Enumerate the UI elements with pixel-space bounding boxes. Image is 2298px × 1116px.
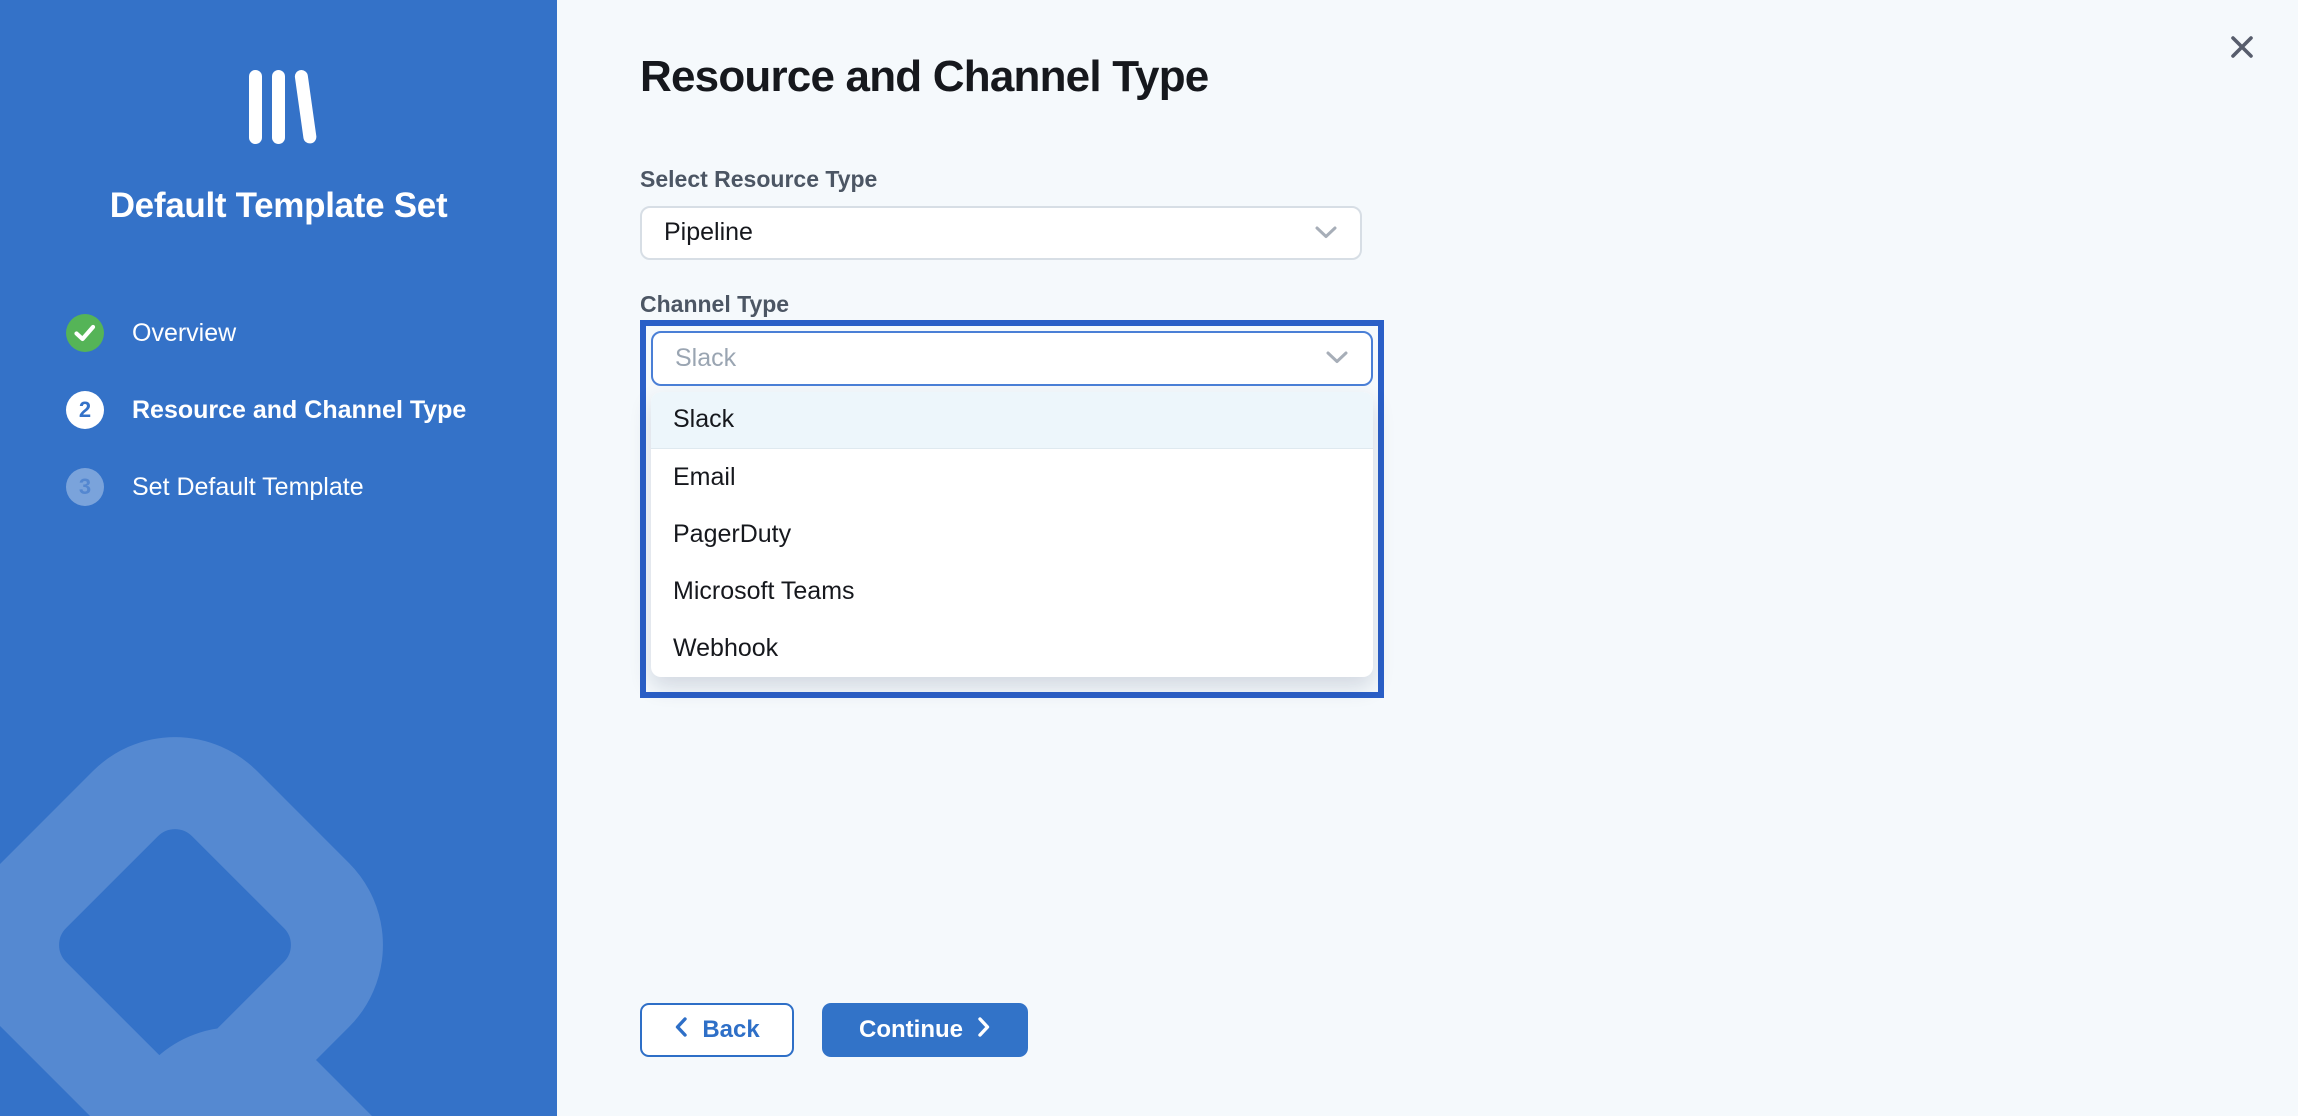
wizard-content: Resource and Channel Type Select Resourc… <box>557 0 2298 1116</box>
chevron-right-icon <box>977 1016 991 1045</box>
continue-button[interactable]: Continue <box>822 1003 1028 1057</box>
logo-bar <box>272 70 285 144</box>
step-resource-and-channel-type[interactable]: 2 Resource and Channel Type <box>0 391 557 429</box>
option-slack[interactable]: Slack <box>651 392 1373 449</box>
channel-type-focus-ring: Slack Slack Email PagerDuty Microsoft Te… <box>640 320 1384 698</box>
resource-type-select[interactable]: Pipeline <box>640 206 1362 260</box>
channel-type-label: Channel Type <box>640 291 2298 318</box>
option-microsoft-teams[interactable]: Microsoft Teams <box>651 563 1373 620</box>
back-button-label: Back <box>702 1016 759 1044</box>
logo-bar-tilted <box>294 69 317 144</box>
step-set-default-template[interactable]: 3 Set Default Template <box>0 468 557 506</box>
chevron-down-icon <box>1325 344 1349 373</box>
check-icon <box>66 314 104 352</box>
logo-bar <box>249 70 262 144</box>
channel-type-select[interactable]: Slack <box>651 331 1373 386</box>
x-icon <box>2229 34 2255 63</box>
resource-type-label: Select Resource Type <box>640 166 2298 193</box>
channel-type-placeholder: Slack <box>675 344 736 373</box>
step-overview[interactable]: Overview <box>0 314 557 352</box>
bookshelf-logo-icon <box>0 70 557 148</box>
step-number-badge: 3 <box>66 468 104 506</box>
wizard-sidebar: Default Template Set Overview 2 Resource… <box>0 0 557 1116</box>
chevron-left-icon <box>674 1016 688 1045</box>
wizard-modal: Default Template Set Overview 2 Resource… <box>0 0 2298 1116</box>
resource-type-value: Pipeline <box>664 218 753 247</box>
step-label: Set Default Template <box>132 473 364 502</box>
option-pagerduty[interactable]: PagerDuty <box>651 506 1373 563</box>
step-label: Overview <box>132 319 236 348</box>
back-button[interactable]: Back <box>640 1003 794 1057</box>
option-email[interactable]: Email <box>651 449 1373 506</box>
wizard-steps: Overview 2 Resource and Channel Type 3 S… <box>0 314 557 506</box>
sidebar-watermark-pattern <box>0 0 557 1116</box>
continue-button-label: Continue <box>859 1016 963 1044</box>
chevron-down-icon <box>1314 218 1338 247</box>
wizard-actions: Back Continue <box>640 1003 1028 1057</box>
page-title: Resource and Channel Type <box>640 52 2298 103</box>
channel-type-dropdown: Slack Email PagerDuty Microsoft Teams We… <box>651 392 1373 677</box>
step-number-badge: 2 <box>66 391 104 429</box>
wizard-title: Default Template Set <box>0 186 557 226</box>
close-button[interactable] <box>2220 26 2264 70</box>
option-webhook[interactable]: Webhook <box>651 620 1373 677</box>
step-label: Resource and Channel Type <box>132 396 466 425</box>
